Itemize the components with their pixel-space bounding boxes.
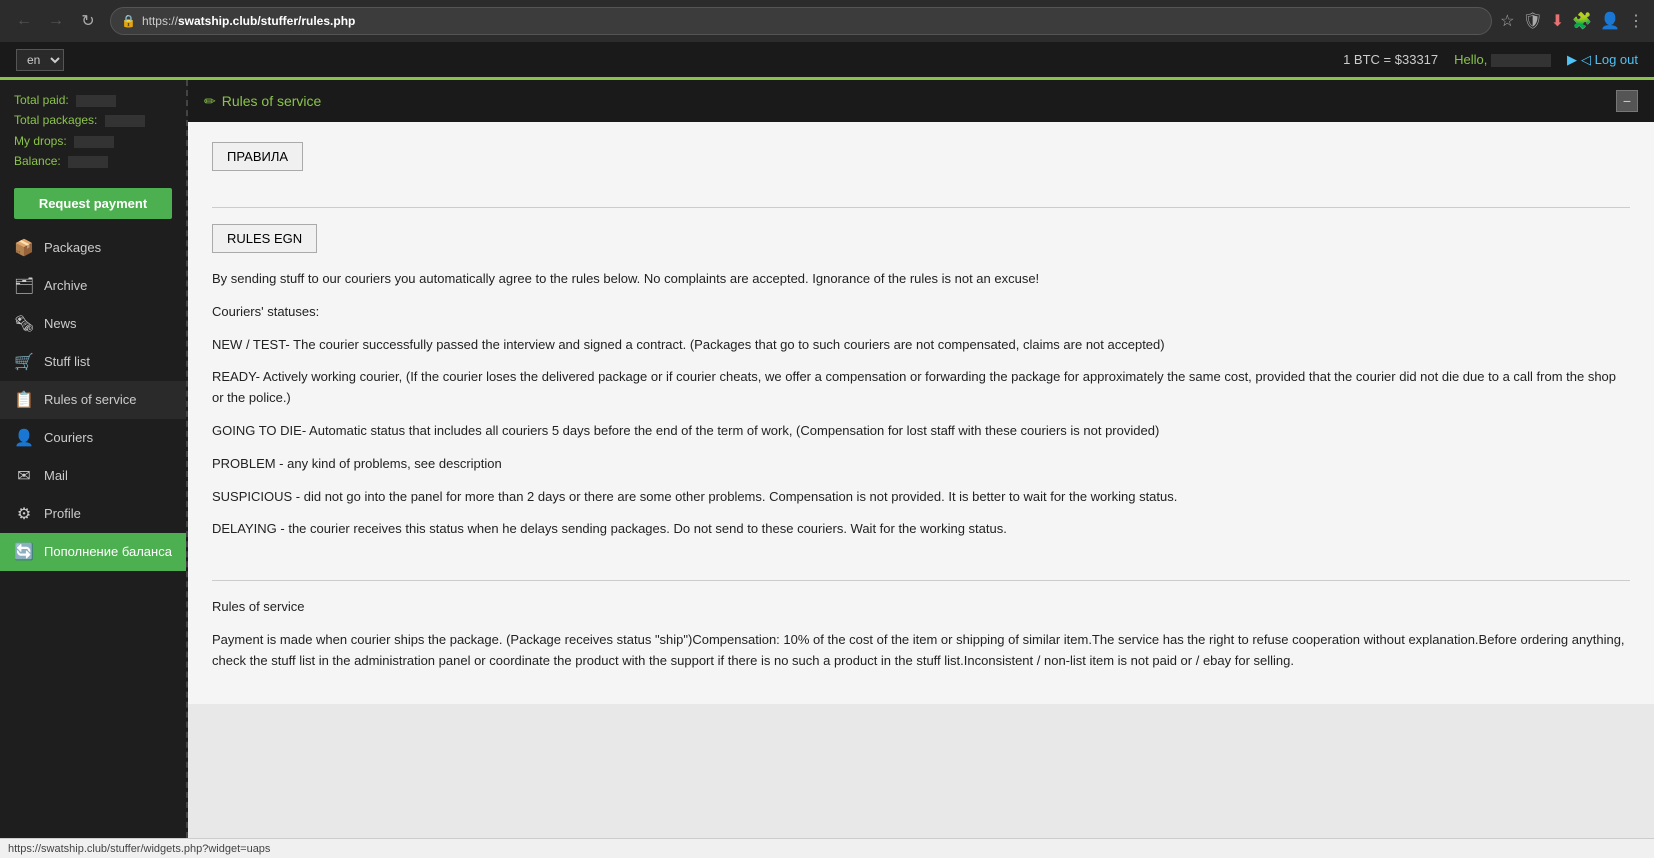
sidebar-stats: Total paid: Total packages: My drops: Ba…: [0, 80, 186, 182]
balance-value: [68, 156, 108, 168]
main-layout: Total paid: Total packages: My drops: Ba…: [0, 80, 1654, 858]
browser-chrome: ← → ↻ 🔒 https://swatship.club/stuffer/ru…: [0, 0, 1654, 42]
forward-button[interactable]: →: [42, 7, 70, 35]
sidebar-item-balance[interactable]: 🔄 Пополнение баланса: [0, 533, 186, 571]
btc-price: 1 BTC = $33317: [1343, 52, 1438, 67]
sidebar-item-label: News: [44, 316, 77, 331]
top-bar: en ru 1 BTC = $33317 Hello, ▶ ◁ Log out: [0, 42, 1654, 80]
url-path: /stuffer/rules.php: [257, 14, 355, 28]
payment-text: Payment is made when courier ships the p…: [212, 630, 1630, 672]
packages-icon: 📦: [14, 238, 34, 258]
shield-icon: 🛡: [1522, 11, 1542, 31]
sidebar-item-label: Archive: [44, 278, 87, 293]
sidebar-item-label: Rules of service: [44, 392, 136, 407]
sidebar-item-label: Пополнение баланса: [44, 544, 172, 559]
sidebar-item-label: Profile: [44, 506, 81, 521]
reload-button[interactable]: ↻: [74, 7, 102, 35]
sidebar-item-couriers[interactable]: 👤 Couriers: [0, 419, 186, 457]
sidebar-item-profile[interactable]: ⚙ Profile: [0, 495, 186, 533]
rules-body: ПРАВИЛА RULES EGN By sending stuff to ou…: [188, 122, 1654, 704]
security-icon: 🔒: [121, 14, 136, 28]
nav-buttons: ← → ↻: [10, 7, 102, 35]
total-packages-stat: Total packages:: [14, 110, 172, 130]
sidebar-item-stuff-list[interactable]: 🛒 Stuff list: [0, 343, 186, 381]
mail-icon: ✉: [14, 466, 34, 486]
address-bar[interactable]: 🔒 https://swatship.club/stuffer/rules.ph…: [110, 7, 1492, 35]
rules-page-title: Rules of service: [222, 93, 322, 109]
logout-button[interactable]: ▶ ◁ Log out: [1567, 52, 1638, 68]
archive-icon: 🗂: [14, 276, 34, 296]
rules-icon: 📋: [14, 390, 34, 410]
total-paid-value: [76, 95, 116, 107]
couriers-statuses-label: Couriers' statuses:: [212, 302, 1630, 323]
request-payment-button[interactable]: Request payment: [14, 188, 172, 219]
extension-icon: 🧩: [1572, 11, 1592, 31]
sidebar-item-label: Couriers: [44, 430, 93, 445]
status-ready-text: READY- Actively working courier, (If the…: [212, 367, 1630, 409]
hello-text: Hello,: [1454, 52, 1551, 67]
pencil-icon: ✏: [204, 93, 216, 110]
pravila-section: ПРАВИЛА: [212, 142, 1630, 191]
rules-header-title: ✏ Rules of service: [204, 93, 321, 110]
sidebar-navigation: 📦 Packages 🗂 Archive 🗞 News 🛒 Stuff list…: [0, 229, 186, 571]
divider: [212, 207, 1630, 208]
total-paid-label: Total paid:: [14, 93, 69, 107]
my-drops-label: My drops:: [14, 134, 67, 148]
balance-stat: Balance:: [14, 151, 172, 171]
logout-icon: ▶: [1567, 52, 1577, 68]
sidebar-item-mail[interactable]: ✉ Mail: [0, 457, 186, 495]
status-url: https://swatship.club/stuffer/widgets.ph…: [8, 843, 270, 855]
download-icon: ⬇: [1551, 11, 1564, 31]
pravila-button[interactable]: ПРАВИЛА: [212, 142, 303, 171]
status-delaying-text: DELAYING - the courier receives this sta…: [212, 519, 1630, 540]
sidebar: Total paid: Total packages: My drops: Ba…: [0, 80, 188, 858]
rules-of-service-heading: Rules of service: [212, 597, 1630, 618]
profile-gear-icon: ⚙: [14, 504, 34, 524]
total-paid-stat: Total paid:: [14, 90, 172, 110]
minimize-button[interactable]: −: [1616, 90, 1638, 112]
sidebar-item-label: Stuff list: [44, 354, 90, 369]
my-drops-stat: My drops:: [14, 131, 172, 151]
sidebar-item-label: Mail: [44, 468, 68, 483]
status-bar: https://swatship.club/stuffer/widgets.ph…: [0, 838, 1654, 858]
sidebar-item-label: Packages: [44, 240, 101, 255]
status-new-text: NEW / TEST- The courier successfully pas…: [212, 335, 1630, 356]
intro-paragraph: By sending stuff to our couriers you aut…: [212, 269, 1630, 290]
top-right: 1 BTC = $33317 Hello, ▶ ◁ Log out: [1343, 52, 1638, 68]
total-packages-label: Total packages:: [14, 113, 97, 127]
menu-icon[interactable]: ⋮: [1628, 11, 1644, 31]
news-icon: 🗞: [14, 314, 34, 334]
balance-icon: 🔄: [14, 542, 34, 562]
rules-header: ✏ Rules of service −: [188, 80, 1654, 122]
browser-actions: 🛡 ⬇ 🧩 👤 ⋮: [1522, 11, 1644, 31]
status-going-to-die-text: GOING TO DIE- Automatic status that incl…: [212, 421, 1630, 442]
bottom-rules-section: Rules of service Payment is made when co…: [212, 580, 1630, 671]
language-select[interactable]: en ru: [16, 49, 64, 71]
status-suspicious-text: SUSPICIOUS - did not go into the panel f…: [212, 487, 1630, 508]
balance-label: Balance:: [14, 154, 61, 168]
stuff-list-icon: 🛒: [14, 352, 34, 372]
couriers-icon: 👤: [14, 428, 34, 448]
sidebar-item-archive[interactable]: 🗂 Archive: [0, 267, 186, 305]
rules-egn-section: RULES EGN By sending stuff to our courie…: [212, 224, 1630, 540]
profile-icon: 👤: [1600, 11, 1620, 31]
sidebar-item-packages[interactable]: 📦 Packages: [0, 229, 186, 267]
sidebar-item-news[interactable]: 🗞 News: [0, 305, 186, 343]
bookmark-button[interactable]: ☆: [1500, 11, 1514, 31]
url-domain: swatship.club: [178, 14, 257, 28]
total-packages-value: [105, 115, 145, 127]
url-display: https://swatship.club/stuffer/rules.php: [142, 14, 355, 28]
username-redacted: [1491, 54, 1551, 67]
rules-egn-button[interactable]: RULES EGN: [212, 224, 317, 253]
bottom-rules-text: Rules of service Payment is made when co…: [212, 597, 1630, 671]
status-problem-text: PROBLEM - any kind of problems, see desc…: [212, 454, 1630, 475]
rules-text-content: By sending stuff to our couriers you aut…: [212, 269, 1630, 540]
back-button[interactable]: ←: [10, 7, 38, 35]
my-drops-value: [74, 136, 114, 148]
main-content: ✏ Rules of service − ПРАВИЛА RULES EGN B…: [188, 80, 1654, 858]
sidebar-item-rules[interactable]: 📋 Rules of service: [0, 381, 186, 419]
